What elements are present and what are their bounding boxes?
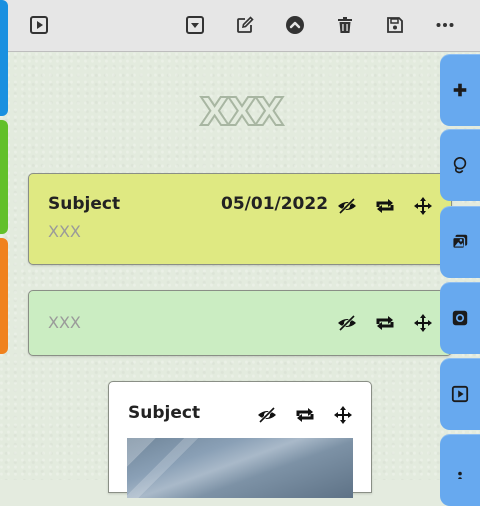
- pencil-square-icon[interactable]: [232, 12, 258, 38]
- chevron-up-circle-icon[interactable]: [282, 12, 308, 38]
- note-photo: [127, 438, 353, 498]
- eye-slash-icon[interactable]: [257, 405, 277, 425]
- card-subject: Subject: [48, 194, 121, 214]
- top-toolbar: [0, 0, 480, 52]
- note-card[interactable]: XXX: [28, 290, 452, 356]
- card-body: XXX: [48, 313, 81, 332]
- eye-slash-icon[interactable]: [337, 313, 357, 333]
- eye-slash-icon[interactable]: [337, 196, 357, 216]
- watermark-text: XXX: [199, 89, 285, 135]
- repeat-icon[interactable]: [375, 196, 395, 216]
- ellipsis-icon[interactable]: [432, 12, 458, 38]
- move-icon[interactable]: [333, 405, 353, 425]
- camera-icon[interactable]: [440, 282, 480, 354]
- right-tool-rail: [440, 52, 480, 506]
- repeat-icon[interactable]: [375, 313, 395, 333]
- card-body: XXX: [48, 222, 81, 241]
- trash-icon[interactable]: [332, 12, 358, 38]
- repeat-icon[interactable]: [295, 405, 315, 425]
- floppy-disk-icon[interactable]: [382, 12, 408, 38]
- add-icon[interactable]: [440, 54, 480, 126]
- lasso-icon[interactable]: [440, 129, 480, 201]
- left-tab-green[interactable]: [0, 120, 8, 234]
- move-icon[interactable]: [413, 196, 433, 216]
- left-tab-orange[interactable]: [0, 238, 8, 354]
- left-tab-blue[interactable]: [0, 0, 8, 116]
- play-icon[interactable]: [440, 358, 480, 430]
- note-card[interactable]: Subject 05/01/2022 XXX: [28, 173, 452, 265]
- photo-note-card[interactable]: Subject: [108, 381, 372, 498]
- more-vertical-icon[interactable]: [440, 434, 480, 506]
- move-icon[interactable]: [413, 313, 433, 333]
- photo-album-icon[interactable]: [440, 206, 480, 278]
- caret-down-square-icon[interactable]: [182, 12, 208, 38]
- card-date: 05/01/2022: [221, 194, 329, 214]
- play-square-icon[interactable]: [26, 12, 52, 38]
- card-subject: Subject: [128, 403, 201, 423]
